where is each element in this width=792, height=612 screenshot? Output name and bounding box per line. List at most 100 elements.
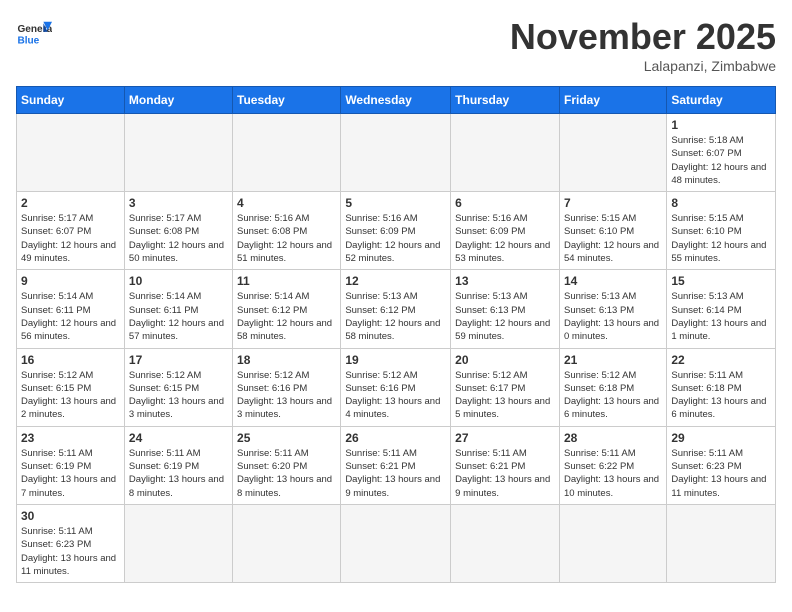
calendar-day-cell: 22Sunrise: 5:11 AM Sunset: 6:18 PM Dayli… — [667, 348, 776, 426]
calendar-day-cell: 30 Sunrise: 5:11 AM Sunset: 6:23 PM Dayli… — [17, 504, 125, 582]
calendar-day-cell: 3Sunrise: 5:17 AM Sunset: 6:08 PM Daylig… — [124, 192, 232, 270]
calendar: SundayMondayTuesdayWednesdayThursdayFrid… — [16, 86, 776, 583]
day-number: 13 — [455, 274, 555, 288]
calendar-week-row: 30 Sunrise: 5:11 AM Sunset: 6:23 PM Dayli… — [17, 504, 776, 582]
day-info: Sunrise: 5:12 AM Sunset: 6:18 PM Dayligh… — [564, 369, 662, 422]
day-number: 22 — [671, 353, 771, 367]
calendar-day-cell: 14 Sunrise: 5:13 AM Sunset: 6:13 PM Dayli… — [559, 270, 666, 348]
calendar-day-cell — [124, 504, 232, 582]
svg-text:Blue: Blue — [17, 35, 39, 46]
day-number: 28 — [564, 431, 662, 445]
day-number: 21 — [564, 353, 662, 367]
calendar-day-cell: 7 Sunrise: 5:15 AM Sunset: 6:10 PM Daylig… — [559, 192, 666, 270]
calendar-day-cell: 2 Sunrise: 5:17 AM Sunset: 6:07 PM Daylig… — [17, 192, 125, 270]
calendar-day-cell: 5Sunrise: 5:16 AM Sunset: 6:09 PM Daylig… — [341, 192, 451, 270]
day-info: Sunrise: 5:16 AM Sunset: 6:09 PM Dayligh… — [455, 212, 555, 265]
calendar-day-cell — [233, 504, 341, 582]
calendar-day-cell: 18 Sunrise: 5:12 AM Sunset: 6:16 PM Dayli… — [233, 348, 341, 426]
day-info: Sunrise: 5:15 AM Sunset: 6:10 PM Dayligh… — [564, 212, 662, 265]
calendar-day-cell: 15Sunrise: 5:13 AM Sunset: 6:14 PM Dayli… — [667, 270, 776, 348]
day-number: 25 — [237, 431, 336, 445]
day-info: Sunrise: 5:13 AM Sunset: 6:12 PM Dayligh… — [345, 290, 446, 343]
calendar-day-cell — [667, 504, 776, 582]
day-number: 7 — [564, 196, 662, 210]
day-info: Sunrise: 5:12 AM Sunset: 6:16 PM Dayligh… — [345, 369, 446, 422]
calendar-day-cell — [17, 114, 125, 192]
day-number: 20 — [455, 353, 555, 367]
calendar-day-cell: 11 Sunrise: 5:14 AM Sunset: 6:12 PM Dayli… — [233, 270, 341, 348]
subtitle: Lalapanzi, Zimbabwe — [510, 58, 776, 74]
calendar-day-cell: 4Sunrise: 5:16 AM Sunset: 6:08 PM Daylig… — [233, 192, 341, 270]
calendar-week-row: 9 Sunrise: 5:14 AM Sunset: 6:11 PM Daylig… — [17, 270, 776, 348]
calendar-week-row: 16Sunrise: 5:12 AM Sunset: 6:15 PM Dayli… — [17, 348, 776, 426]
day-number: 8 — [671, 196, 771, 210]
day-number: 23 — [21, 431, 120, 445]
day-info: Sunrise: 5:14 AM Sunset: 6:11 PM Dayligh… — [129, 290, 228, 343]
calendar-week-row: 23 Sunrise: 5:11 AM Sunset: 6:19 PM Dayli… — [17, 426, 776, 504]
day-info: Sunrise: 5:12 AM Sunset: 6:16 PM Dayligh… — [237, 369, 336, 422]
day-info: Sunrise: 5:13 AM Sunset: 6:13 PM Dayligh… — [564, 290, 662, 343]
calendar-day-cell: 26Sunrise: 5:11 AM Sunset: 6:21 PM Dayli… — [341, 426, 451, 504]
calendar-day-cell: 29 Sunrise: 5:11 AM Sunset: 6:23 PM Dayli… — [667, 426, 776, 504]
day-info: Sunrise: 5:12 AM Sunset: 6:15 PM Dayligh… — [21, 369, 120, 422]
day-number: 1 — [671, 118, 771, 132]
day-info: Sunrise: 5:12 AM Sunset: 6:15 PM Dayligh… — [129, 369, 228, 422]
day-info: Sunrise: 5:14 AM Sunset: 6:12 PM Dayligh… — [237, 290, 336, 343]
calendar-day-cell: 27 Sunrise: 5:11 AM Sunset: 6:21 PM Dayli… — [451, 426, 560, 504]
calendar-day-cell: 6 Sunrise: 5:16 AM Sunset: 6:09 PM Daylig… — [451, 192, 560, 270]
calendar-day-cell: 23 Sunrise: 5:11 AM Sunset: 6:19 PM Dayli… — [17, 426, 125, 504]
day-of-week-header: Monday — [124, 87, 232, 114]
calendar-day-cell: 16Sunrise: 5:12 AM Sunset: 6:15 PM Dayli… — [17, 348, 125, 426]
logo-icon: General Blue — [16, 16, 52, 52]
calendar-day-cell — [124, 114, 232, 192]
calendar-day-cell — [559, 114, 666, 192]
calendar-day-cell: 28 Sunrise: 5:11 AM Sunset: 6:22 PM Dayli… — [559, 426, 666, 504]
day-info: Sunrise: 5:11 AM Sunset: 6:19 PM Dayligh… — [21, 447, 120, 500]
calendar-week-row: 1Sunrise: 5:18 AM Sunset: 6:07 PM Daylig… — [17, 114, 776, 192]
calendar-day-cell: 10 Sunrise: 5:14 AM Sunset: 6:11 PM Dayli… — [124, 270, 232, 348]
day-number: 2 — [21, 196, 120, 210]
calendar-day-cell: 17Sunrise: 5:12 AM Sunset: 6:15 PM Dayli… — [124, 348, 232, 426]
day-info: Sunrise: 5:11 AM Sunset: 6:21 PM Dayligh… — [455, 447, 555, 500]
day-info: Sunrise: 5:15 AM Sunset: 6:10 PM Dayligh… — [671, 212, 771, 265]
day-info: Sunrise: 5:11 AM Sunset: 6:22 PM Dayligh… — [564, 447, 662, 500]
day-info: Sunrise: 5:11 AM Sunset: 6:23 PM Dayligh… — [21, 525, 120, 578]
header: General Blue November 2025 Lalapanzi, Zi… — [16, 16, 776, 74]
day-info: Sunrise: 5:11 AM Sunset: 6:19 PM Dayligh… — [129, 447, 228, 500]
day-number: 4 — [237, 196, 336, 210]
calendar-day-cell — [341, 114, 451, 192]
calendar-day-cell: 20Sunrise: 5:12 AM Sunset: 6:17 PM Dayli… — [451, 348, 560, 426]
day-info: Sunrise: 5:11 AM Sunset: 6:21 PM Dayligh… — [345, 447, 446, 500]
day-number: 18 — [237, 353, 336, 367]
calendar-day-cell: 25 Sunrise: 5:11 AM Sunset: 6:20 PM Dayli… — [233, 426, 341, 504]
day-info: Sunrise: 5:11 AM Sunset: 6:23 PM Dayligh… — [671, 447, 771, 500]
day-number: 9 — [21, 274, 120, 288]
calendar-day-cell: 21 Sunrise: 5:12 AM Sunset: 6:18 PM Dayli… — [559, 348, 666, 426]
calendar-day-cell: 12Sunrise: 5:13 AM Sunset: 6:12 PM Dayli… — [341, 270, 451, 348]
day-of-week-header: Saturday — [667, 87, 776, 114]
calendar-day-cell: 24Sunrise: 5:11 AM Sunset: 6:19 PM Dayli… — [124, 426, 232, 504]
day-number: 30 — [21, 509, 120, 523]
day-of-week-header: Thursday — [451, 87, 560, 114]
day-of-week-header: Tuesday — [233, 87, 341, 114]
day-number: 3 — [129, 196, 228, 210]
day-of-week-header: Sunday — [17, 87, 125, 114]
day-number: 19 — [345, 353, 446, 367]
day-number: 27 — [455, 431, 555, 445]
day-number: 29 — [671, 431, 771, 445]
calendar-day-cell: 1Sunrise: 5:18 AM Sunset: 6:07 PM Daylig… — [667, 114, 776, 192]
day-info: Sunrise: 5:11 AM Sunset: 6:20 PM Dayligh… — [237, 447, 336, 500]
day-number: 15 — [671, 274, 771, 288]
calendar-day-cell: 8 Sunrise: 5:15 AM Sunset: 6:10 PM Daylig… — [667, 192, 776, 270]
day-number: 10 — [129, 274, 228, 288]
day-info: Sunrise: 5:13 AM Sunset: 6:13 PM Dayligh… — [455, 290, 555, 343]
calendar-day-cell — [451, 504, 560, 582]
day-number: 14 — [564, 274, 662, 288]
day-info: Sunrise: 5:14 AM Sunset: 6:11 PM Dayligh… — [21, 290, 120, 343]
day-number: 11 — [237, 274, 336, 288]
calendar-day-cell: 13 Sunrise: 5:13 AM Sunset: 6:13 PM Dayli… — [451, 270, 560, 348]
day-number: 5 — [345, 196, 446, 210]
day-of-week-header: Wednesday — [341, 87, 451, 114]
day-number: 6 — [455, 196, 555, 210]
day-info: Sunrise: 5:17 AM Sunset: 6:07 PM Dayligh… — [21, 212, 120, 265]
